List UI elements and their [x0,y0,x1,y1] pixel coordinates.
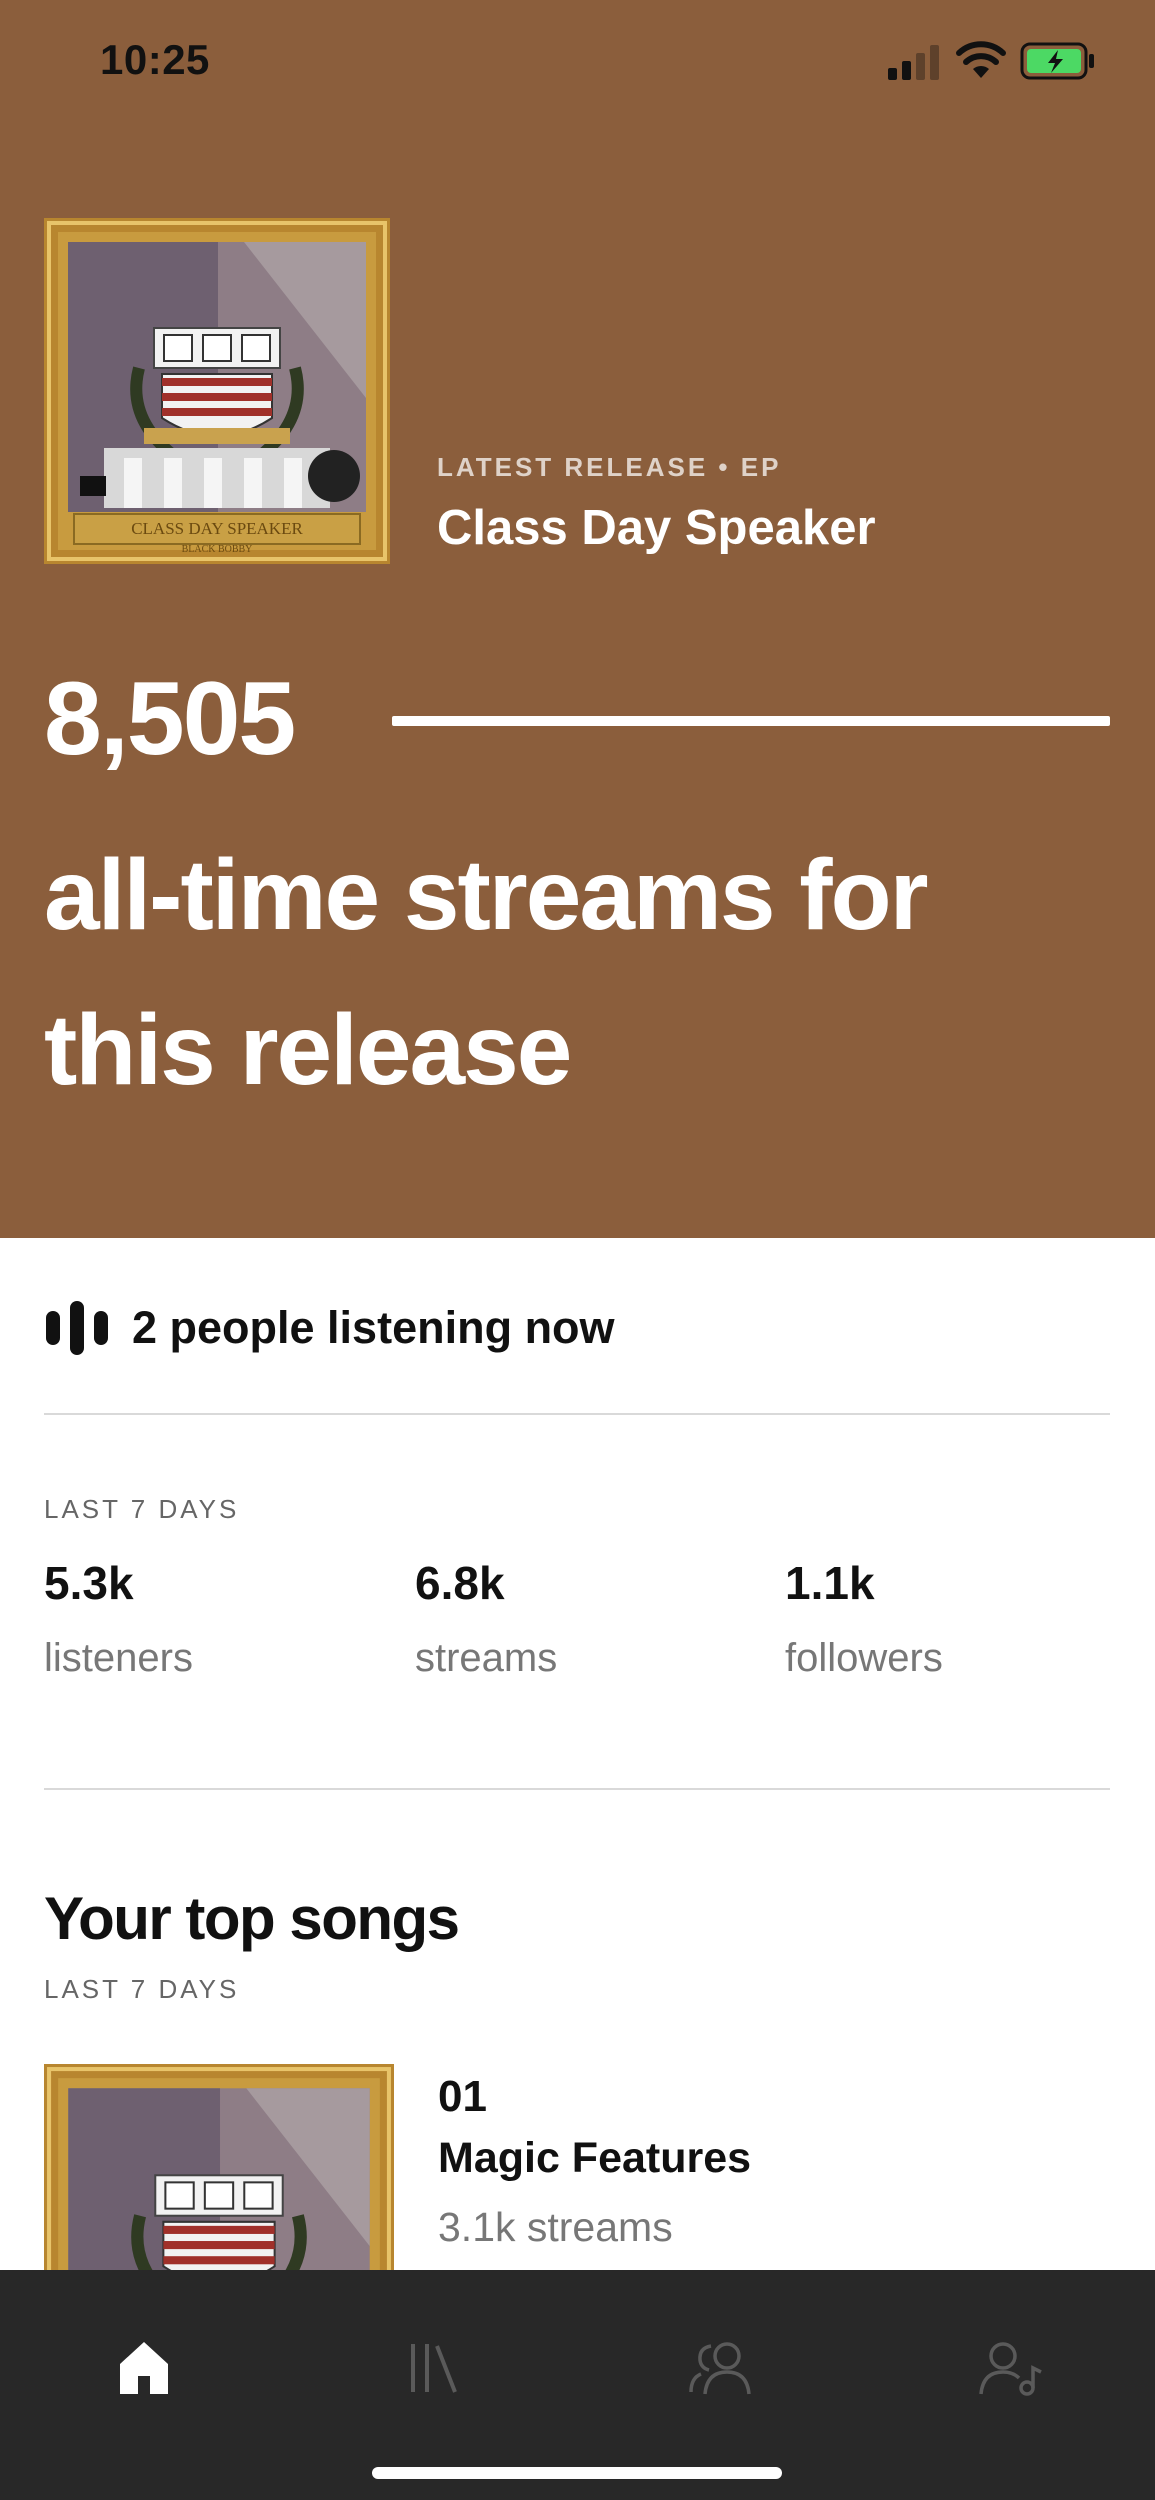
stat-value: 6.8k [415,1557,505,1609]
listening-now-row: 2 people listening now [44,1300,615,1356]
cover-title-text: CLASS DAY SPEAKER [131,519,303,538]
stat-followers: 1.1k followers [785,1556,1145,1681]
stat-label: listeners [44,1636,193,1680]
tab-audience[interactable] [682,2328,762,2408]
song-title[interactable]: Magic Features [438,2134,751,2183]
live-listeners-icon [46,1301,108,1355]
tab-profile[interactable] [972,2328,1052,2408]
all-time-stream-count: 8,505 [44,661,296,777]
library-icon [411,2344,457,2393]
stat-listeners: 5.3k listeners [44,1556,404,1681]
release-hero: 10:25 CLASS DAY SPEAKER BLACK BOBBY LATE… [0,0,1155,1238]
stream-count-caption: all-time streams for this release [44,839,929,1106]
divider [44,1788,1110,1790]
stat-value: 5.3k [44,1557,134,1609]
divider [44,1413,1110,1415]
song-rank: 01 [438,2072,487,2121]
stat-label: streams [415,1636,558,1680]
stats-period-label: LAST 7 DAYS [44,1494,240,1524]
status-time: 10:25 [100,36,210,83]
stat-value: 1.1k [785,1557,875,1609]
song-stream-count: 3.1k streams [438,2204,673,2250]
battery-charging-icon [1020,42,1094,80]
audience-icon [689,2342,751,2395]
cover-artist-text: BLACK BOBBY [182,544,253,555]
home-icon [120,2342,168,2394]
tab-bar [0,2270,1155,2500]
stat-label: followers [785,1636,943,1680]
top-songs-period-label: LAST 7 DAYS [44,1974,240,2004]
profile-music-icon [979,2342,1042,2396]
tab-home[interactable] [104,2328,184,2408]
cellular-signal-icon [888,45,939,80]
top-songs-heading: Your top songs [44,1885,460,1952]
stream-count-rule [392,716,1110,726]
stat-streams: 6.8k streams [415,1556,775,1681]
release-kicker: LATEST RELEASE • EP [437,452,782,482]
release-title[interactable]: Class Day Speaker [437,500,876,556]
tab-library[interactable] [393,2328,473,2408]
listening-now-text: 2 people listening now [132,1302,615,1353]
home-indicator[interactable] [372,2467,782,2479]
release-cover-art: CLASS DAY SPEAKER BLACK BOBBY [44,218,390,564]
wifi-icon [956,41,1006,78]
status-bar: 10:25 [0,0,1155,130]
